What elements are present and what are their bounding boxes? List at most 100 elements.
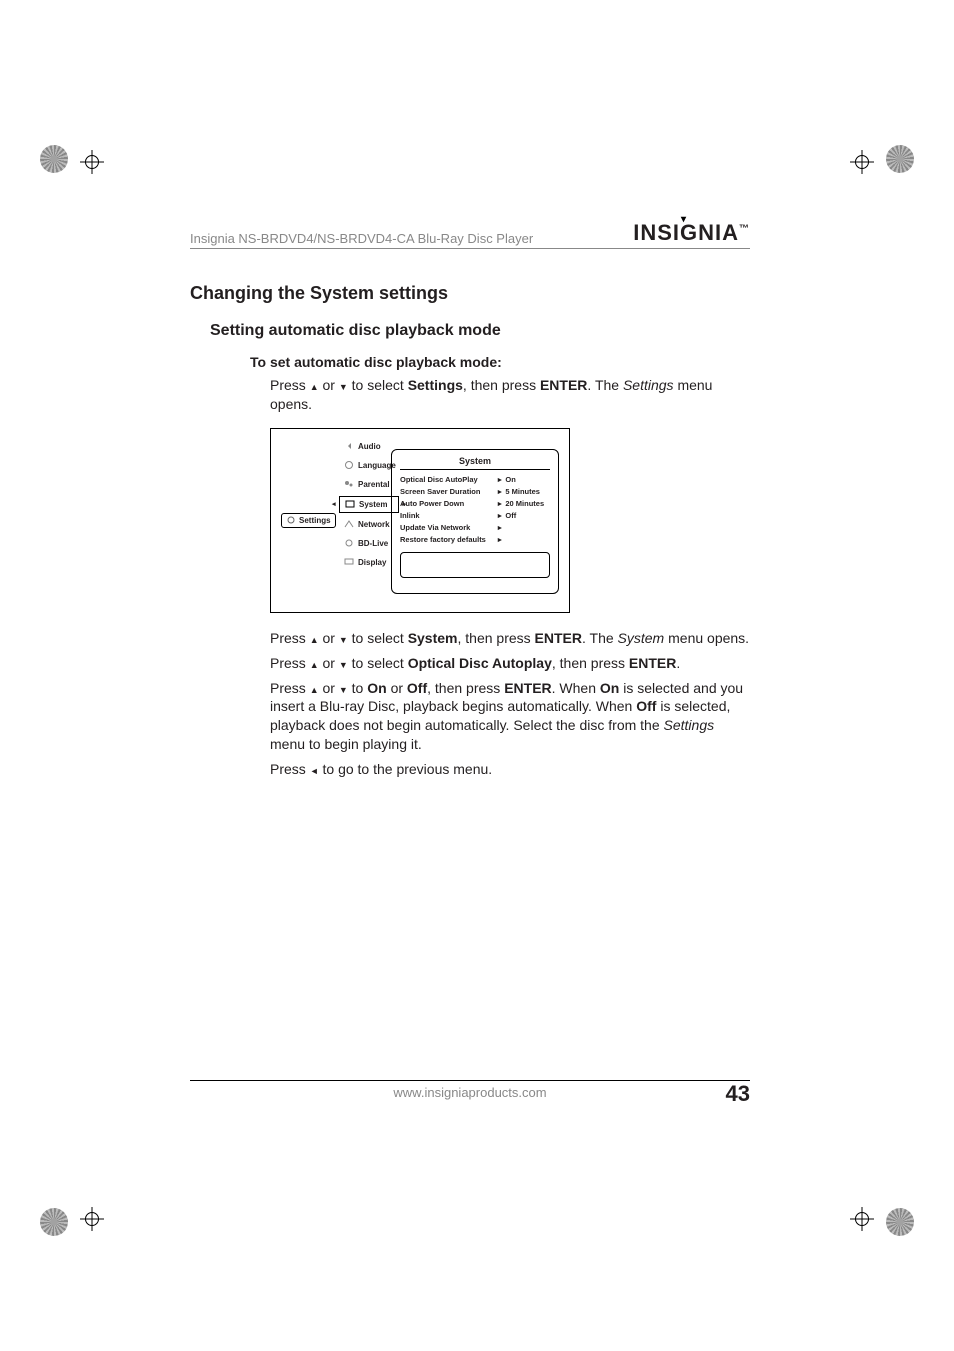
menu-label: BD-Live (358, 539, 388, 548)
bdlive-icon (344, 539, 354, 547)
text: . (676, 655, 680, 671)
settings-category-list: Audio Language Parental System Network B… (289, 439, 399, 570)
text: Press (270, 761, 310, 777)
option-value: Off (496, 510, 550, 522)
right-arrow-icon (496, 535, 503, 544)
color-registration-mark (40, 1208, 68, 1236)
procedure-heading: To set automatic disc playback mode: (250, 354, 750, 370)
right-arrow-icon (496, 511, 503, 520)
table-row: Screen Saver Duration 5 Minutes (400, 486, 550, 498)
down-arrow-icon (339, 377, 348, 393)
table-row: Inlink Off (400, 510, 550, 522)
value-text: On (505, 475, 515, 484)
text: to select (348, 630, 408, 646)
system-panel: System Optical Disc AutoPlay On Screen S… (391, 449, 559, 594)
up-arrow-icon (310, 377, 319, 393)
text: , then press (458, 630, 535, 646)
system-icon (345, 500, 355, 508)
menu-item-audio: Audio (339, 439, 399, 454)
text: , then press (463, 377, 540, 393)
option-value: 5 Minutes (496, 486, 550, 498)
value-text: Off (505, 511, 516, 520)
value-text: 20 Minutes (505, 499, 544, 508)
crop-mark (80, 1207, 104, 1231)
system-options-table: Optical Disc AutoPlay On Screen Saver Du… (400, 474, 550, 546)
crop-mark (850, 150, 874, 174)
bold-text: System (408, 630, 458, 646)
crop-mark (850, 1207, 874, 1231)
italic-text: System (618, 630, 665, 646)
text: or (319, 655, 339, 671)
menu-item-language: Language (339, 458, 399, 473)
subsection-heading: Setting automatic disc playback mode (210, 322, 750, 340)
step-4: Press or to On or Off, then press ENTER.… (270, 679, 750, 755)
table-row: Auto Power Down 20 Minutes (400, 498, 550, 510)
text: to select (348, 655, 408, 671)
menu-label: Parental (358, 480, 390, 489)
text: menu to begin playing it. (270, 736, 422, 752)
option-value: On (496, 474, 550, 486)
page-header: Insignia NS-BRDVD4/NS-BRDVD4-CA Blu-Ray … (190, 220, 750, 249)
menu-item-network: Network (339, 517, 399, 532)
option-value (496, 522, 550, 534)
text: . When (552, 680, 600, 696)
brand-accent-icon: ▾ (681, 214, 687, 225)
option-value (496, 534, 550, 546)
right-arrow-icon (496, 487, 503, 496)
language-icon (344, 461, 354, 469)
down-arrow-icon (339, 630, 348, 646)
brand-logo: INSIGNIA™ ▾ (613, 220, 750, 246)
text: Press (270, 680, 310, 696)
text: Press (270, 630, 310, 646)
menu-item-bdlive: BD-Live (339, 536, 399, 551)
up-arrow-icon (310, 630, 319, 646)
step-5: Press to go to the previous menu. (270, 760, 750, 779)
settings-menu-illustration: Settings Audio Language Parental System … (270, 428, 570, 613)
bold-text: ENTER (629, 655, 676, 671)
bold-text: ENTER (540, 377, 587, 393)
bold-text: On (367, 680, 386, 696)
section-heading: Changing the System settings (190, 283, 750, 304)
option-label: Restore factory defaults (400, 534, 496, 546)
text: or (319, 630, 339, 646)
option-label: Auto Power Down (400, 498, 496, 510)
value-text: 5 Minutes (505, 487, 540, 496)
panel-empty-box (400, 552, 550, 578)
step-1: Press or to select Settings, then press … (270, 376, 750, 414)
option-label: Optical Disc AutoPlay (400, 474, 496, 486)
trademark-symbol: ™ (739, 224, 750, 235)
footer-url: www.insigniaproducts.com (190, 1085, 750, 1100)
bold-text: Off (407, 680, 427, 696)
up-arrow-icon (310, 655, 319, 671)
crop-mark (80, 150, 104, 174)
left-arrow-icon (310, 761, 319, 777)
menu-label: System (359, 500, 387, 509)
color-registration-mark (886, 1208, 914, 1236)
bold-text: Off (636, 698, 656, 714)
table-row: Optical Disc AutoPlay On (400, 474, 550, 486)
parental-icon (344, 480, 354, 488)
text: to (348, 680, 367, 696)
menu-item-parental: Parental (339, 477, 399, 492)
table-row: Restore factory defaults (400, 534, 550, 546)
audio-icon (344, 442, 354, 450)
option-label: Inlink (400, 510, 496, 522)
text: Press (270, 655, 310, 671)
step-2: Press or to select System, then press EN… (270, 629, 750, 648)
color-registration-mark (40, 145, 68, 173)
down-arrow-icon (339, 655, 348, 671)
text: to go to the previous menu. (319, 761, 493, 777)
bold-text: ENTER (535, 630, 582, 646)
menu-item-display: Display (339, 555, 399, 570)
menu-label: Display (358, 558, 386, 567)
text: menu opens. (664, 630, 749, 646)
italic-text: Settings (623, 377, 674, 393)
text: . The (587, 377, 623, 393)
option-label: Screen Saver Duration (400, 486, 496, 498)
text: , then press (552, 655, 629, 671)
menu-label: Audio (358, 442, 381, 451)
up-arrow-icon (310, 680, 319, 696)
page-number: 43 (726, 1081, 750, 1107)
right-arrow-icon (496, 523, 503, 532)
right-arrow-icon (496, 475, 503, 484)
